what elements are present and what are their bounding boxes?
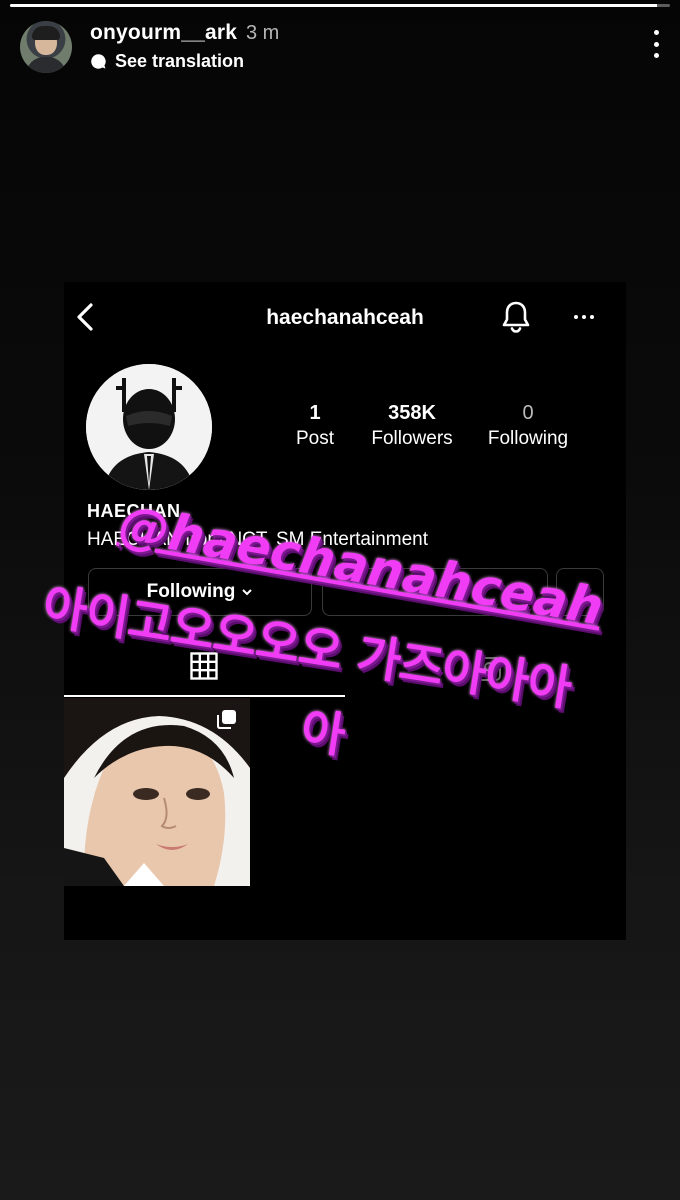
profile-stats: 1 Post 358K Followers 0 Following	[276, 400, 586, 452]
post-thumbnail	[64, 698, 250, 886]
followers-label: Followers	[371, 428, 453, 449]
profile-picture	[86, 364, 212, 490]
bell-icon	[502, 301, 530, 333]
see-translation-label: See translation	[115, 51, 245, 71]
story-progress-fill	[10, 4, 657, 7]
posts-label: Post	[295, 428, 335, 449]
grid-tab-indicator	[64, 695, 345, 697]
posts-count: 1	[309, 402, 321, 424]
speech-bubble-icon	[91, 54, 106, 69]
see-translation-button[interactable]: See translation	[90, 51, 244, 72]
posts-stat[interactable]: 1 Post	[276, 400, 354, 452]
followers-stat[interactable]: 358K Followers	[354, 400, 470, 452]
more-options-icon[interactable]	[650, 30, 662, 58]
following-label: Following	[487, 428, 569, 449]
multiple-photos-icon	[217, 710, 236, 729]
profile-username-title: haechanahceah	[266, 306, 424, 329]
story-author-avatar[interactable]	[20, 21, 72, 73]
following-stat[interactable]: 0 Following	[470, 400, 586, 452]
story-progress-bar	[10, 4, 670, 7]
story-timestamp: 3 m	[246, 22, 280, 44]
profile-more-icon	[574, 315, 594, 319]
followers-count: 358K	[388, 402, 436, 424]
following-count: 0	[522, 402, 534, 424]
story-header: onyourm__ark 3 m See translation	[18, 18, 662, 78]
story-author-username[interactable]: onyourm__ark	[90, 21, 237, 45]
